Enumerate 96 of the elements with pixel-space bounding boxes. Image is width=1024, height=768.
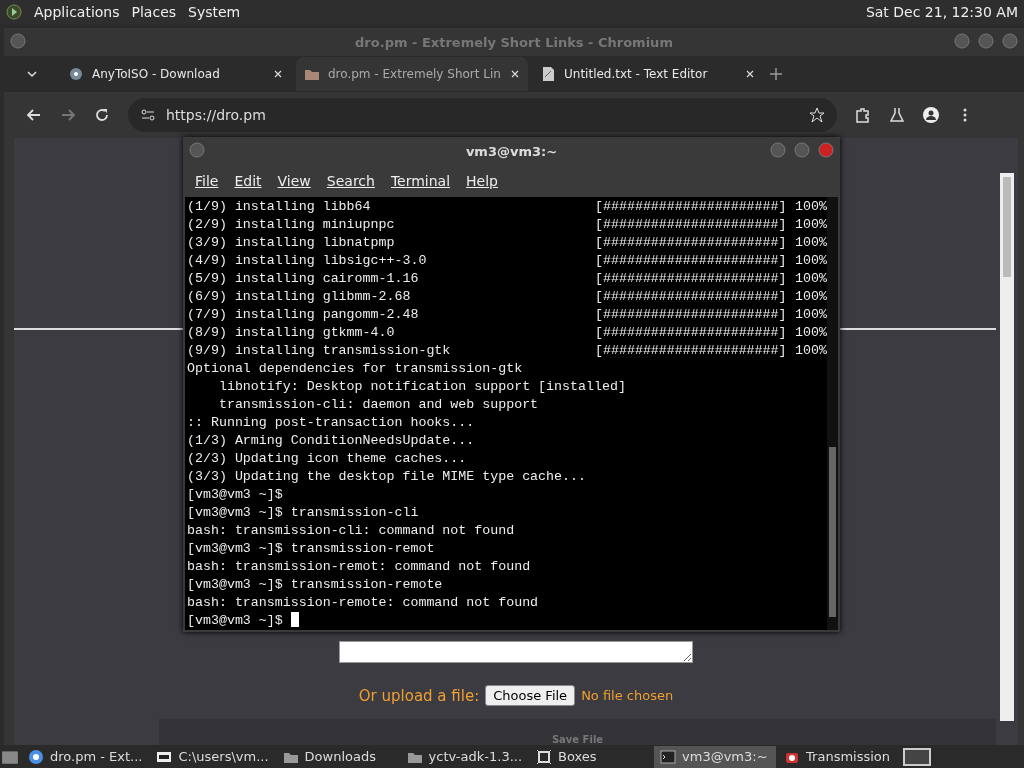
- percent: 100%: [795, 306, 827, 324]
- frame-icon: [536, 748, 553, 765]
- taskbar-item[interactable]: C:\users\vm...: [150, 745, 275, 768]
- panel-menu[interactable]: Applications: [34, 4, 120, 20]
- terminal-line: (2/3) Updating icon theme caches...: [187, 450, 467, 468]
- terminal-line: (9/9) installing transmission-gtk: [187, 342, 452, 360]
- terminal-line: [vm3@vm3 ~]$ transmission-cli: [187, 504, 419, 522]
- terminal-line: libnotify: Desktop notification support [installed]: [217, 378, 626, 396]
- site-settings-icon: [140, 107, 156, 123]
- percent: 100%: [795, 288, 827, 306]
- close-icon: [1002, 33, 1018, 49]
- progress-bar-text: [######################]: [595, 234, 788, 252]
- file-status: No file chosen: [581, 688, 674, 703]
- scrollbar[interactable]: [826, 197, 838, 630]
- app-menu-icon: [6, 4, 22, 20]
- terminal-line: bash: transmission-remot: command not found: [187, 558, 531, 576]
- star-icon: [809, 107, 825, 123]
- taskbar-item[interactable]: Transmission: [778, 745, 901, 768]
- workspace-icon: [902, 746, 933, 767]
- panel-menu[interactable]: Places: [131, 4, 177, 20]
- progress-bar-text: [######################]: [595, 324, 788, 342]
- menu-item[interactable]: Terminal: [382, 173, 459, 189]
- close-icon: [818, 142, 834, 158]
- terminal-line: Optional dependencies for transmission-gtk: [187, 360, 523, 378]
- globe-icon: [28, 748, 44, 765]
- terminal-line: [vm3@vm3 ~]$ transmission-remot: [187, 540, 435, 558]
- terminal-line: :: Running post-transaction hooks...: [187, 414, 475, 432]
- terminal-line: bash: transmission-remote: command not found: [187, 594, 539, 612]
- progress-bar-text: [######################]: [595, 198, 788, 216]
- percent: 100%: [795, 252, 827, 270]
- percent: 100%: [795, 342, 827, 360]
- taskbar-item[interactable]: vm3@vm3:~: [654, 745, 777, 768]
- clock: Sat Dec 21, 12:30 AM: [865, 4, 1018, 20]
- terminal-line: (5/9) installing cairomm-1.16: [187, 270, 420, 288]
- percent: 100%: [795, 234, 827, 252]
- terminal-line: (2/9) installing miniupnpc: [187, 216, 396, 234]
- browser-tab[interactable]: AnyToISO - Download: [60, 57, 292, 91]
- menu-item[interactable]: File: [187, 173, 227, 189]
- scrollbar[interactable]: [1000, 173, 1014, 721]
- terminal-line: (8/9) installing gtkmm-4.0: [187, 324, 396, 342]
- profile-icon: [923, 107, 939, 123]
- back-icon: [26, 107, 42, 123]
- new-tab-icon: [768, 66, 784, 82]
- taskbar-item[interactable]: Boxes: [530, 745, 653, 768]
- progress-bar-text: [######################]: [595, 270, 788, 288]
- browser-tab[interactable]: Untitled.txt - Text Editor: [532, 57, 764, 91]
- progress-bar-text: [######################]: [595, 342, 788, 360]
- window-button-icon: [189, 142, 205, 158]
- terminal-line: (3/9) installing libnatpmp: [187, 234, 396, 252]
- menu-item[interactable]: Search: [318, 173, 383, 189]
- forward-icon: [60, 107, 76, 123]
- menu-item[interactable]: Help: [458, 173, 506, 189]
- terminal-line: bash: transmission-cli: command not found: [187, 522, 515, 540]
- progress-bar-text: [######################]: [595, 216, 788, 234]
- maximize-icon: [794, 142, 810, 158]
- taskbar-item[interactable]: yctv-adk-1.3...: [400, 745, 529, 768]
- reload-icon: [94, 107, 110, 123]
- minimize-icon: [954, 33, 970, 49]
- panel-menu[interactable]: System: [188, 4, 241, 20]
- flask-icon: [889, 107, 905, 123]
- terminal-line: (1/9) installing libb64: [187, 198, 372, 216]
- terminal-line: [vm3@vm3 ~]$: [187, 486, 283, 504]
- terminal-line: (4/9) installing libsigc++-3.0: [187, 252, 428, 270]
- terminal-icon: [660, 748, 677, 765]
- address-bar[interactable]: https://dro.pm: [128, 98, 837, 132]
- terminal-line: [vm3@vm3 ~]$: [187, 612, 283, 630]
- percent: 100%: [795, 270, 827, 288]
- percent: 100%: [795, 198, 827, 216]
- text-area[interactable]: [339, 641, 693, 663]
- menu-item[interactable]: View: [269, 173, 319, 189]
- terminal-line: transmission-cli: daemon and web support: [217, 396, 539, 414]
- percent: 100%: [795, 216, 827, 234]
- percent: 100%: [795, 324, 827, 342]
- tab-close-icon: [744, 68, 756, 80]
- window-title: vm3@vm3:~: [465, 143, 558, 159]
- terminal-line: (6/9) installing glibmm-2.68: [187, 288, 412, 306]
- browser-tab[interactable]: dro.pm - Extremely Short Lin: [296, 57, 528, 91]
- document-icon: [540, 66, 556, 82]
- terminal-line: (1/3) Arming ConditionNeedsUpdate...: [187, 432, 475, 450]
- progress-bar-text: [######################]: [595, 252, 788, 270]
- maximize-icon: [978, 33, 994, 49]
- menu-item[interactable]: Edit: [226, 173, 270, 189]
- extension-icon: [855, 107, 871, 123]
- upload-label: Or upload a file:: [358, 686, 480, 705]
- choose-file-button[interactable]: Choose File: [485, 685, 576, 706]
- window-button-icon: [10, 33, 26, 49]
- window-title: dro.pm - Extremely Short Links - Chromium: [355, 34, 673, 50]
- terminal-line: (3/3) Updating the desktop file MIME type cache...: [187, 468, 586, 486]
- terminal-line: [vm3@vm3 ~]$ transmission-remote: [187, 576, 443, 594]
- terminal-line: (7/9) installing pangomm-2.48: [187, 306, 420, 324]
- minimize-icon: [770, 142, 786, 158]
- tab-close-icon: [272, 68, 284, 80]
- taskbar-item[interactable]: Downloads: [276, 745, 399, 768]
- taskbar-item[interactable]: dro.pm - Ext...: [22, 745, 149, 768]
- progress-bar-text: [######################]: [595, 288, 788, 306]
- progress-bar-text: [######################]: [595, 306, 788, 324]
